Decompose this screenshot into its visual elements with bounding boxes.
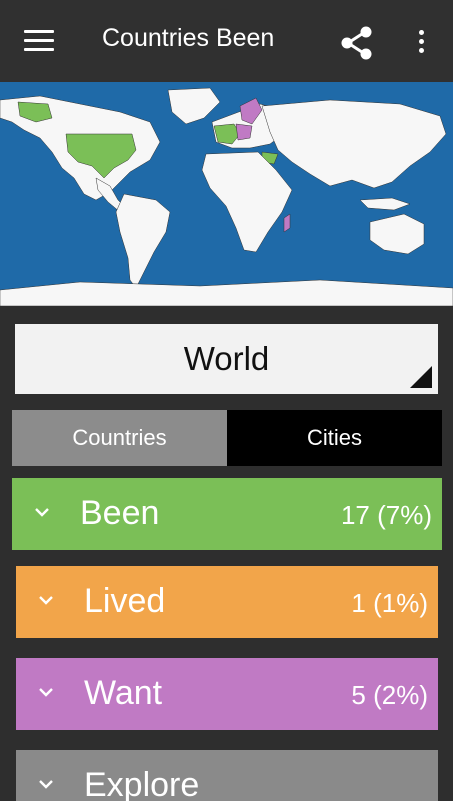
world-map[interactable] (0, 82, 453, 306)
category-label: Want (84, 674, 163, 712)
tab-cities[interactable]: Cities (227, 410, 442, 466)
category-label: Explore (84, 766, 200, 801)
category-been[interactable]: Been 17 (7%) (12, 478, 442, 550)
chevron-down-icon (35, 508, 49, 517)
category-count: 5 (2%) (351, 680, 428, 710)
chevron-down-icon (39, 780, 53, 789)
share-icon[interactable] (338, 26, 376, 60)
category-explore[interactable]: Explore (16, 750, 438, 801)
hamburger-menu-icon[interactable] (24, 30, 54, 54)
tab-bar: Countries Cities (12, 410, 442, 466)
category-label: Been (80, 494, 160, 532)
map-central-europe (235, 123, 253, 141)
category-label: Lived (84, 582, 166, 620)
category-want[interactable]: Want 5 (2%) (16, 658, 438, 730)
chevron-down-icon (39, 688, 53, 697)
dropdown-corner-icon (410, 366, 432, 388)
chevron-down-icon (39, 596, 53, 605)
region-dropdown[interactable]: World (15, 324, 438, 394)
region-dropdown-value: World (183, 340, 270, 377)
app-title: Countries Been (102, 24, 275, 52)
category-count: 1 (1%) (351, 588, 428, 618)
app-bar: Countries Been (0, 0, 453, 82)
tab-countries[interactable]: Countries (12, 410, 227, 466)
content-area: World Countries Cities Been 17 (7%) Live… (0, 306, 453, 801)
more-options-icon[interactable] (414, 30, 428, 56)
category-count: 17 (7%) (340, 500, 432, 530)
category-lived[interactable]: Lived 1 (1%) (16, 566, 438, 638)
